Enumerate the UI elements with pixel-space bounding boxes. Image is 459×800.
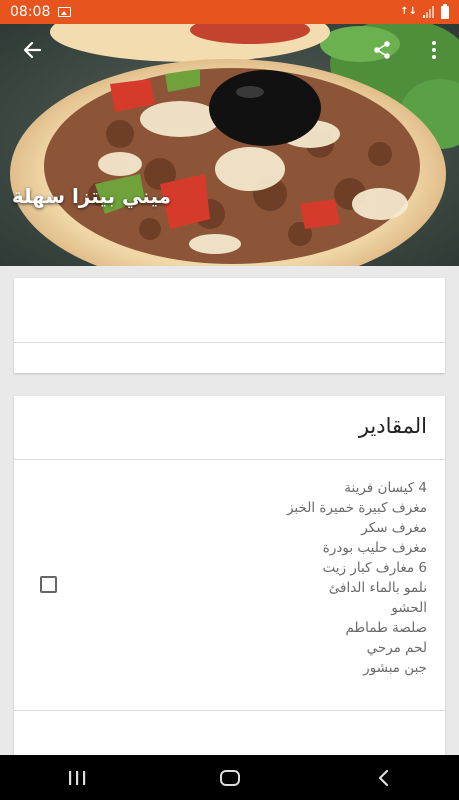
more-options-button[interactable]: [420, 36, 448, 64]
back-button[interactable]: [18, 36, 46, 64]
home-button[interactable]: [200, 755, 260, 800]
ingredient-line: لحم مرحي: [366, 640, 427, 656]
ingredient-line: الحشو: [391, 600, 427, 616]
ingredient-line: مغرف كبيرة خميرة الخبز: [286, 500, 427, 516]
battery-icon: [441, 3, 449, 19]
back-arrow-icon: [23, 41, 42, 59]
ingredient-line: مغرف حليب بودرة: [322, 540, 427, 556]
card-divider: [14, 710, 445, 711]
status-bar: 08:08 ↑↓: [0, 0, 459, 24]
info-card: [14, 278, 445, 373]
home-icon: [219, 769, 240, 786]
ingredients-list: 4 كيسان فرينة مغرف كبيرة خميرة الخبز مغر…: [127, 478, 427, 678]
more-vert-icon: [432, 41, 436, 59]
share-button[interactable]: [368, 36, 396, 64]
ingredients-title: المقادير: [358, 414, 427, 438]
back-icon: [378, 769, 388, 786]
ingredient-line: صلصة طماطم: [345, 620, 427, 636]
ingredients-checkbox[interactable]: [40, 576, 57, 593]
system-nav-bar: [0, 755, 459, 800]
card-divider: [14, 342, 445, 343]
ingredient-line: 4 كيسان فرينة: [344, 480, 427, 496]
ingredients-header: المقادير: [14, 396, 445, 460]
ingredient-line: مغرف سكر: [361, 520, 427, 536]
data-transfer-icon: ↑↓: [400, 6, 417, 17]
recent-apps-button[interactable]: [47, 755, 107, 800]
signal-icon: [423, 6, 434, 18]
recent-apps-icon: [68, 770, 85, 785]
status-time: 08:08: [10, 4, 51, 20]
ingredient-line: جبن مبشور: [363, 660, 427, 676]
image-icon: [58, 7, 72, 17]
recipe-title: ميني بيتزا سهلة: [11, 184, 171, 208]
nav-back-button[interactable]: [353, 755, 413, 800]
ingredient-line: نلمو بالماء الدافئ: [328, 580, 427, 596]
hero-image: ميني بيتزا سهلة: [0, 24, 459, 266]
share-icon: [374, 41, 390, 59]
ingredient-line: 6 مغارف كبار زيت: [322, 560, 427, 576]
ingredients-card: المقادير 4 كيسان فرينة مغرف كبيرة خميرة …: [14, 396, 445, 756]
